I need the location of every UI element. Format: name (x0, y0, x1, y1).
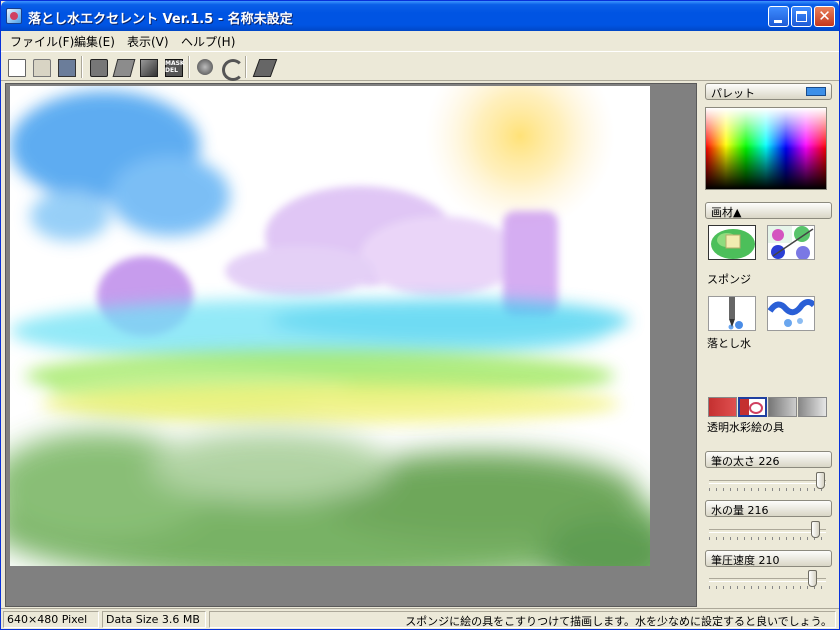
eraser-icon[interactable] (254, 57, 274, 77)
layer-icon[interactable] (113, 57, 133, 77)
water-amount-label: 水の量 216 (711, 504, 769, 517)
paint-brush-icon (740, 399, 763, 415)
brush-size-header: 筆の太さ 226 (705, 451, 832, 468)
paint-gray-button[interactable] (768, 397, 797, 417)
close-icon: ✕ (818, 7, 831, 25)
water-amount-slider-thumb[interactable] (811, 521, 820, 538)
brush-size-ticks (709, 488, 826, 491)
toolbar: MASK DEL (1, 51, 839, 81)
status-bar: 640×480 Pixel Data Size 3.6 MB スポンジに絵の具を… (1, 608, 839, 629)
toolbar-separator (245, 56, 247, 78)
menu-bar: ファイル(F) 編集(E) 表示(V) ヘルプ(H) (1, 31, 839, 51)
palette-header[interactable]: パレット (705, 83, 832, 100)
color-picker[interactable] (705, 107, 827, 190)
tool-wave[interactable] (767, 296, 815, 331)
new-document-icon[interactable] (6, 57, 26, 77)
window-title: 落とし水エクセレント Ver.1.5 - 名称未設定 (28, 12, 293, 27)
status-resolution: 640×480 Pixel (3, 611, 99, 628)
open-folder-icon[interactable] (31, 57, 51, 77)
toolbar-separator (81, 56, 83, 78)
paint-label: 透明水彩絵の具 (707, 421, 784, 434)
painting-canvas[interactable] (10, 86, 650, 566)
tool-panel: パレット 画材▲ スポンジ 落とし水 透明水彩絵の具 筆の太さ 226 水の量 … (699, 83, 839, 607)
pressure-speed-ticks (709, 586, 826, 589)
toolbar-separator (188, 56, 190, 78)
app-icon[interactable] (6, 8, 22, 24)
current-color-swatch[interactable] (806, 87, 826, 96)
palette-label: パレット (711, 87, 755, 100)
tool-mixed[interactable] (767, 225, 815, 260)
status-data-size: Data Size 3.6 MB (102, 611, 206, 628)
close-button[interactable]: ✕ (814, 6, 835, 27)
brush-size-track[interactable] (709, 480, 826, 484)
menu-help[interactable]: ヘルプ(H) (181, 33, 235, 50)
undo-icon[interactable] (220, 57, 244, 81)
water-amount-header: 水の量 216 (705, 500, 832, 517)
mixed-brush-icon (768, 226, 814, 259)
status-hint: スポンジに絵の具をこすりつけて描画します。水を少なめに設定すると良いでしょう。 (209, 611, 836, 628)
blend-icon[interactable] (195, 57, 215, 77)
minimize-icon (774, 20, 782, 23)
pressure-speed-label: 筆圧速度 210 (711, 554, 780, 567)
maximize-button[interactable] (791, 6, 812, 27)
brush-size-label: 筆の太さ 226 (711, 455, 780, 468)
tool-sponge-label: スポンジ (707, 273, 751, 286)
menu-edit[interactable]: 編集(E) (74, 33, 115, 50)
mask-delete-icon[interactable]: MASK DEL (163, 57, 185, 77)
tool-drop-water[interactable] (708, 296, 756, 331)
pressure-speed-slider-thumb[interactable] (808, 570, 817, 587)
paint-red-button[interactable] (708, 397, 737, 417)
mask-delete-text: MASK DEL (165, 60, 185, 74)
app-window: 落とし水エクセレント Ver.1.5 - 名称未設定 ✕ ファイル(F) 編集(… (0, 0, 840, 630)
tool-drop-water-label: 落とし水 (707, 337, 751, 350)
menu-view[interactable]: 表示(V) (127, 33, 169, 50)
save-icon[interactable] (56, 57, 76, 77)
water-amount-ticks (709, 537, 826, 540)
workspace (5, 83, 697, 607)
brush-set-icon[interactable] (88, 57, 108, 77)
sponge-icon (711, 229, 755, 259)
edit-icon[interactable] (138, 57, 158, 77)
wave-brush-icon (768, 299, 814, 327)
paint-light-button[interactable] (798, 397, 827, 417)
water-amount-track[interactable] (709, 529, 826, 533)
paint-selected-button[interactable] (738, 397, 767, 417)
materials-label: 画材▲ (711, 206, 742, 219)
tool-sponge[interactable] (708, 225, 756, 260)
title-bar[interactable]: 落とし水エクセレント Ver.1.5 - 名称未設定 ✕ (1, 1, 839, 31)
materials-header[interactable]: 画材▲ (705, 202, 832, 219)
drop-water-icon (728, 297, 743, 330)
maximize-icon (796, 11, 807, 22)
pressure-speed-header: 筆圧速度 210 (705, 550, 832, 567)
color-picker-shade (706, 108, 826, 189)
minimize-button[interactable] (768, 6, 789, 27)
menu-file[interactable]: ファイル(F) (10, 33, 74, 50)
brush-size-slider-thumb[interactable] (816, 472, 825, 489)
canvas-painting (10, 86, 650, 566)
